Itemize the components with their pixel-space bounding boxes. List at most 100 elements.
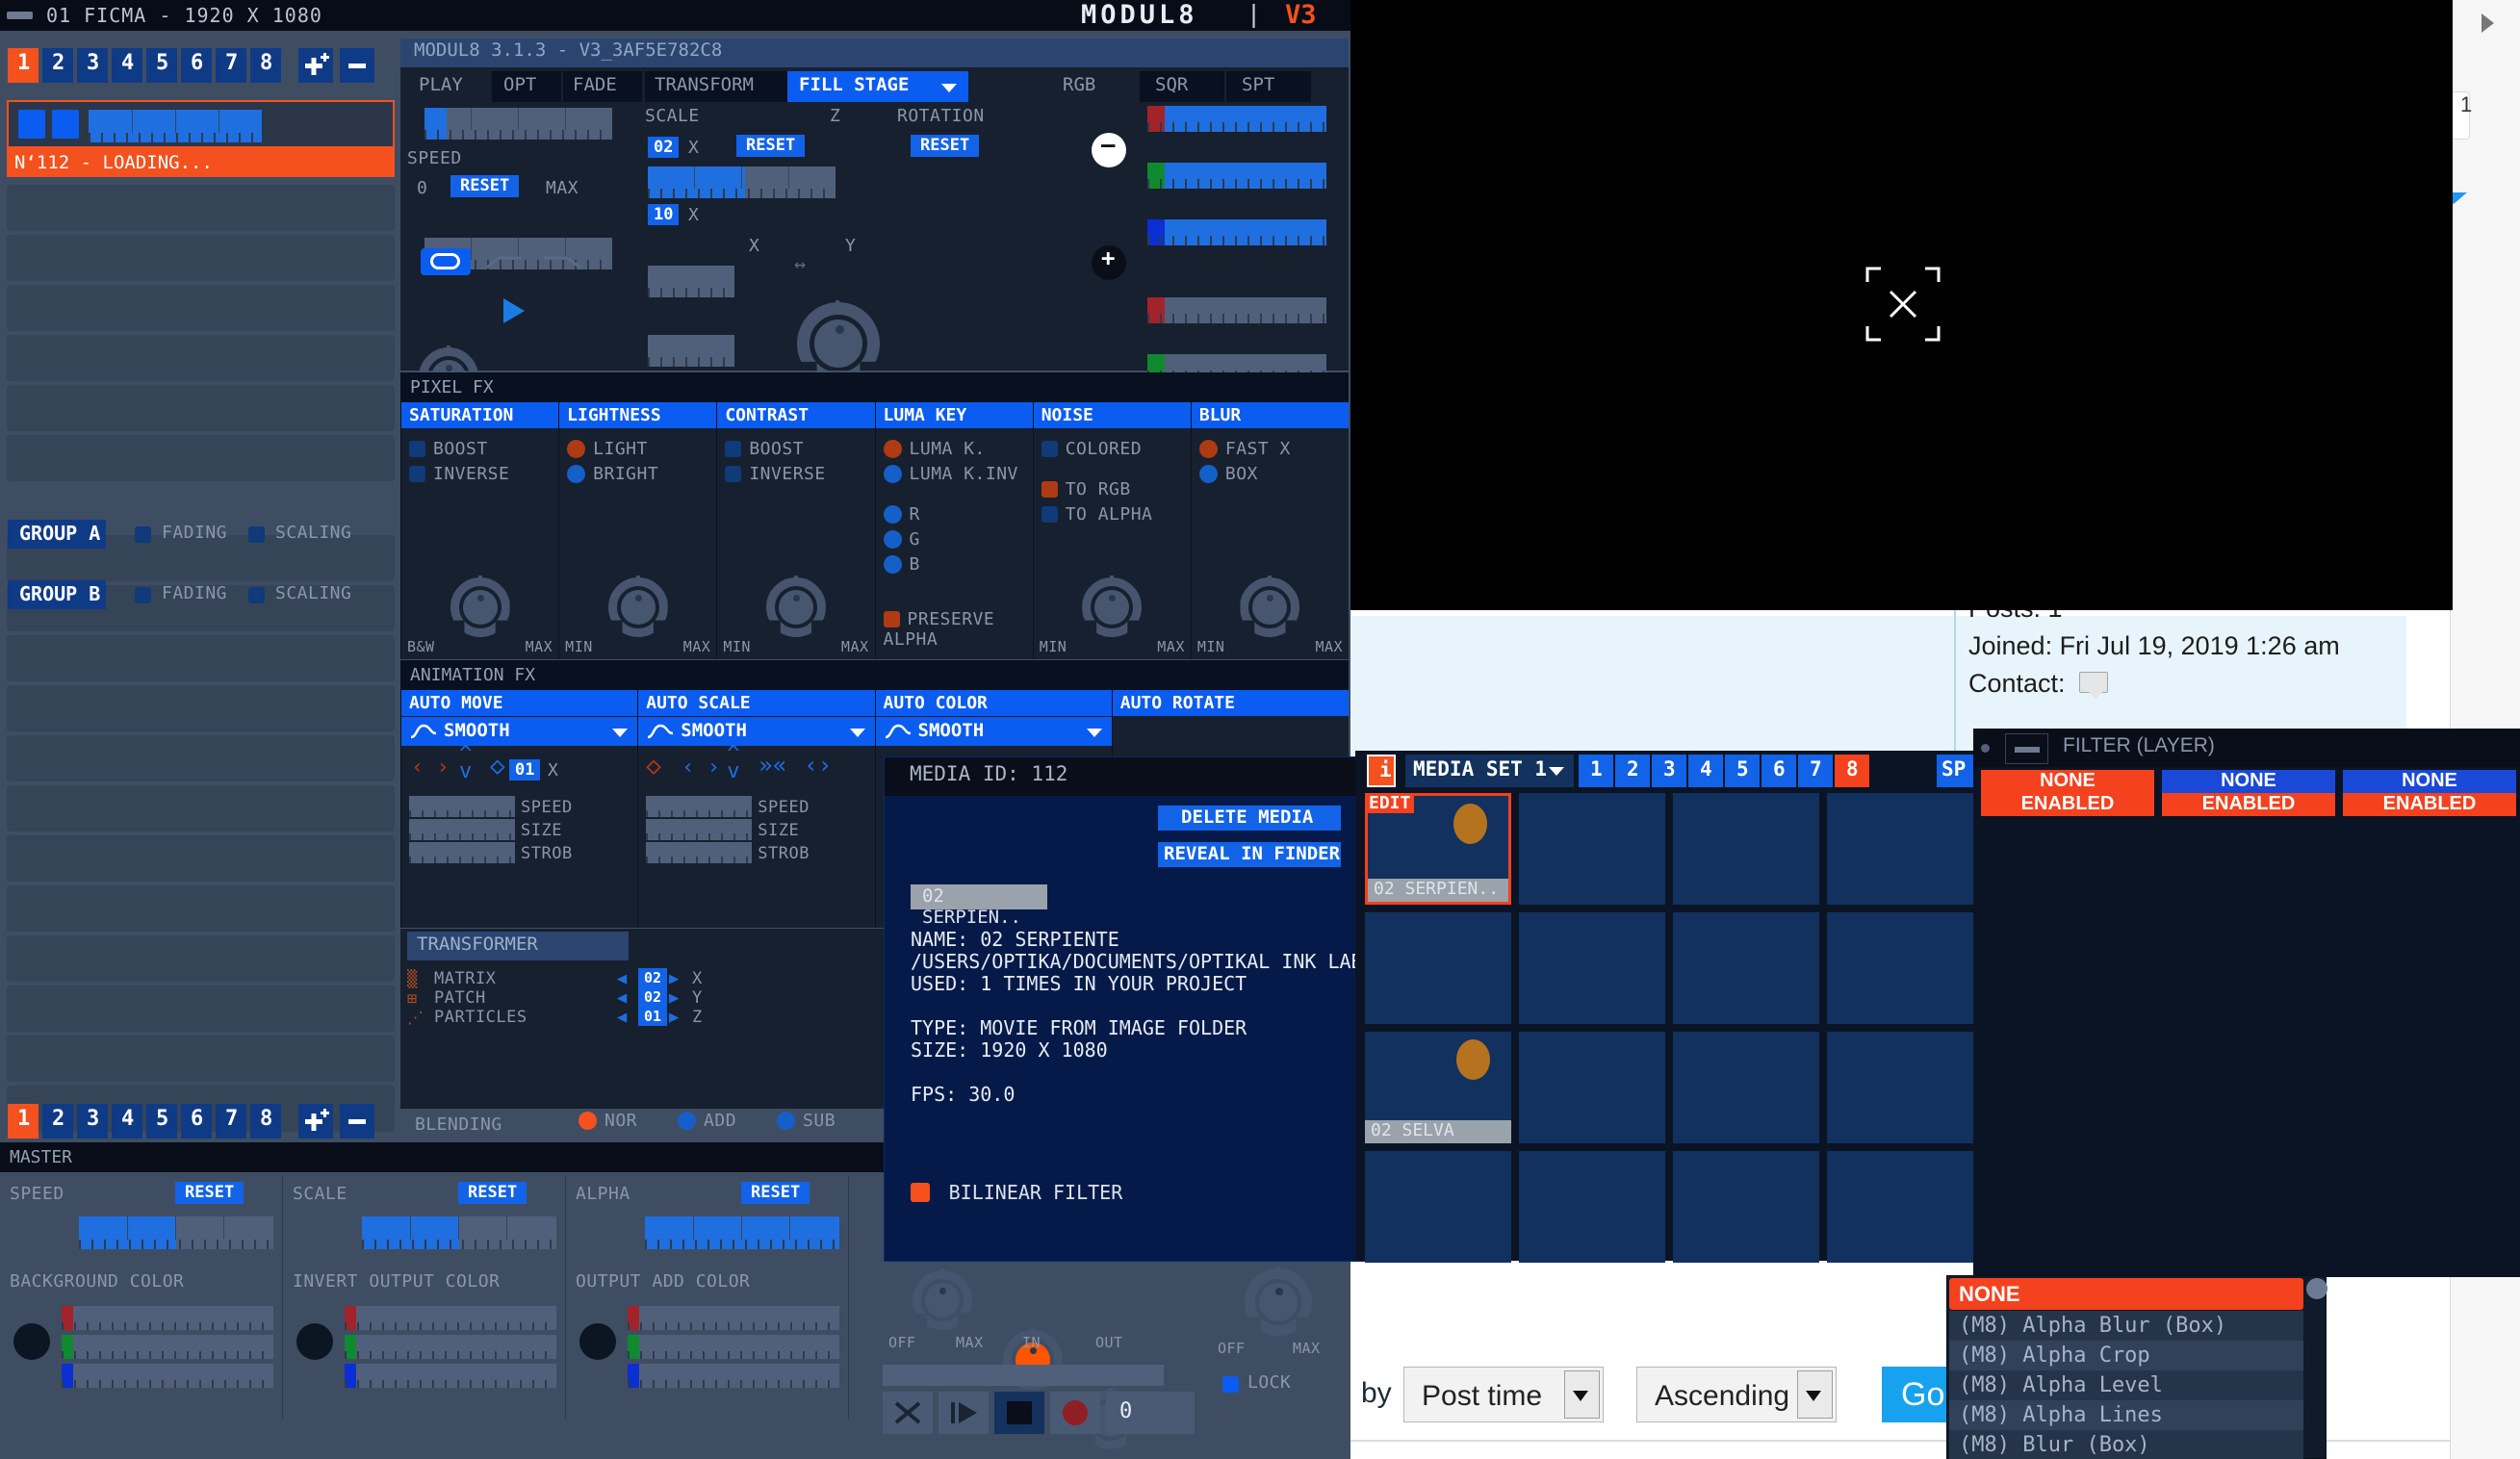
layer-preview-box[interactable] [7,100,395,148]
blending-option[interactable]: ADD [678,1111,736,1131]
layer-bank-button-4[interactable]: 4 [112,48,142,83]
layer-bank-button-2[interactable]: 2 [42,48,73,83]
master-bank-button-1[interactable]: 1 [8,1104,39,1139]
blending-option-radio[interactable] [678,1112,697,1130]
group-button-b[interactable]: GROUP B [8,580,106,609]
master-bank-button-2[interactable]: 2 [42,1104,73,1139]
master-slider-reset-button[interactable]: RESET [458,1182,527,1204]
ramp-mode-button[interactable] [479,248,529,275]
layer-bank-button-6[interactable]: 6 [181,48,212,83]
layer-preview-slider[interactable] [89,110,262,142]
pixel-fx-option-row[interactable]: TO RGB [1041,479,1198,499]
media-cell[interactable]: 02 SELVA [1365,1032,1511,1143]
media-cell[interactable] [1365,912,1511,1024]
animation-fx-size-slider[interactable] [409,819,515,840]
master-color-knob[interactable] [296,1323,333,1360]
xy-link-icon[interactable]: ↔ [794,252,806,275]
media-cell[interactable] [1673,1151,1819,1263]
master-color-channel-slider[interactable] [628,1364,839,1388]
media-cell[interactable] [1827,1032,1973,1143]
media-cell[interactable]: 02 SERPIEN.. EDIT [1365,793,1511,905]
transformer-row-value[interactable]: 02 [638,987,668,1007]
filter-slot-name[interactable]: NONE [1981,770,2154,793]
sort-field-select[interactable]: Post time [1403,1367,1604,1422]
tab-fade[interactable]: FADE [563,71,642,102]
layer-bank-remove-button[interactable] [340,48,374,83]
blending-option[interactable]: NOR [579,1111,637,1131]
rgb-minus-red-slider[interactable] [1147,106,1326,132]
filter-slot-state[interactable]: ENABLED [1981,793,2154,816]
media-set-info-button[interactable]: i [1367,755,1396,787]
pixel-fx-option-row[interactable]: INVERSE [725,464,882,484]
pixel-fx-option-row[interactable]: PRESERVE ALPHA [883,609,1041,650]
bilinear-filter-checkbox[interactable] [911,1183,930,1202]
arrow-left-icon[interactable]: ◀ [617,969,627,988]
pixel-fx-knob[interactable] [450,576,510,637]
tab-rgb[interactable]: RGB [1049,71,1138,102]
rgb-plus-button[interactable]: + [1092,244,1126,280]
pixel-fx-option-radio[interactable] [883,505,902,524]
master-color-knob[interactable] [13,1323,50,1360]
filter-dropdown-item[interactable]: (M8) Alpha Crop [1949,1341,2303,1370]
pixel-fx-option-row[interactable]: LUMA K.INV [883,464,1041,484]
pixel-fx-option-radio[interactable] [1198,465,1218,483]
layer-bank-button-8[interactable]: 8 [250,48,281,83]
arrow-left-icon[interactable]: ◀ [617,988,627,1008]
arrow-right-icon[interactable]: ▶ [669,988,679,1008]
pixel-fx-option-row[interactable]: BRIGHT [567,464,724,484]
bilinear-filter-row[interactable]: BILINEAR FILTER [911,1181,1122,1204]
blending-option-radio[interactable] [579,1112,597,1130]
tab-transform[interactable]: TRANSFORM [645,71,787,102]
pixel-fx-option-checkbox[interactable] [725,441,742,457]
master-color-channel-slider[interactable] [62,1335,273,1359]
master-bank-button-7[interactable]: 7 [216,1104,246,1139]
master-color-channel-slider[interactable] [628,1335,839,1359]
tab-spt[interactable]: SPT [1226,71,1311,102]
master-bank-button-6[interactable]: 6 [181,1104,212,1139]
group-fading-checkbox[interactable] [135,587,151,603]
pixel-fx-option-checkbox[interactable] [1041,506,1058,523]
pixel-fx-option-checkbox[interactable] [409,466,425,482]
media-set-bank-6[interactable]: 6 [1761,755,1796,787]
layer-bank-button-1[interactable]: 1 [8,48,39,83]
master-bank-button-3[interactable]: 3 [77,1104,108,1139]
transport-stop-button[interactable] [994,1392,1044,1434]
layer-slot-empty[interactable] [7,285,395,331]
master-color-channel-slider[interactable] [345,1364,556,1388]
pixel-fx-option-row[interactable]: B [883,554,1041,575]
pixel-fx-option-row[interactable]: BOOST [725,439,882,459]
pixel-fx-option-radio[interactable] [883,530,902,549]
animation-fx-count-value[interactable]: 01 [509,759,541,781]
rgb-plus-red-slider[interactable] [1147,297,1326,323]
filter-slot-name[interactable]: NONE [2162,770,2335,793]
loop-mode-button[interactable] [421,248,471,275]
layer-bank-button-5[interactable]: 5 [146,48,177,83]
transport-counter-field[interactable]: 0 [1106,1392,1195,1434]
animation-fx-speed-slider[interactable] [409,796,515,817]
pixel-fx-knob[interactable] [607,576,668,637]
layer-slot-empty[interactable] [7,835,395,882]
animation-fx-strob-slider[interactable] [409,842,515,863]
tab-opt[interactable]: OPT [492,71,561,102]
pixel-fx-option-row[interactable]: INVERSE [409,464,566,484]
media-cell[interactable] [1519,793,1665,905]
layer-preview-swatch-2[interactable] [52,110,79,139]
layer-slot-empty[interactable] [7,185,395,231]
pixel-fx-knob[interactable] [765,576,826,637]
media-set-bank-4[interactable]: 4 [1688,755,1723,787]
pixel-fx-option-row[interactable]: TO ALPHA [1041,504,1198,525]
expand-icon[interactable]: »« [759,752,786,779]
media-cell[interactable] [1673,912,1819,1024]
pixel-fx-option-checkbox[interactable] [725,466,742,482]
layer-slot-empty[interactable] [7,935,395,982]
master-color-channel-slider[interactable] [62,1364,273,1388]
scroll-up-arrow-icon[interactable] [2481,13,2494,33]
slope-mode-button[interactable] [538,248,588,275]
media-cell-edit-badge[interactable]: EDIT [1365,793,1415,813]
animation-fx-mode-select[interactable]: SMOOTH [401,717,638,746]
group-scaling-checkbox[interactable] [248,526,265,543]
filter-dropdown-scroll-thumb[interactable] [2306,1278,2327,1299]
pixel-fx-option-radio[interactable] [883,440,902,458]
media-set-dropdown[interactable]: MEDIA SET 1 [1405,755,1574,787]
master-knob-off[interactable] [913,1268,972,1330]
